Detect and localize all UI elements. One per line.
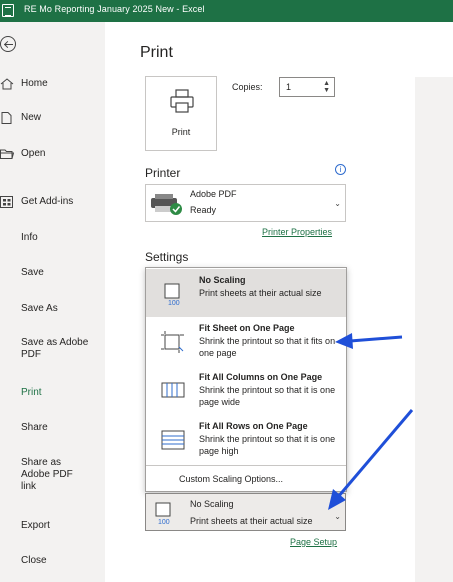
- nav-label: Save: [21, 267, 44, 278]
- page-setup-link[interactable]: Page Setup: [290, 537, 337, 547]
- option-desc: Print sheets at their actual size: [199, 288, 322, 298]
- fit-rows-icon: [161, 430, 185, 450]
- scaling-option-fit-rows[interactable]: Fit All Rows on One Page Shrink the prin…: [146, 415, 346, 463]
- spinner-arrows-icon[interactable]: ▲ ▼: [323, 80, 330, 94]
- option-title: Fit Sheet on One Page: [199, 323, 295, 333]
- printer-name: Adobe PDF: [190, 189, 237, 199]
- page-title: Print: [140, 44, 173, 61]
- copies-stepper[interactable]: 1 ▲ ▼: [279, 77, 335, 97]
- svg-text:100: 100: [158, 519, 170, 526]
- print-pane: Print Print Copies: 1 ▲ ▼ Printer i Adobe…: [105, 22, 453, 582]
- fit-sheet-icon: [161, 331, 184, 353]
- option-title: Fit All Rows on One Page: [199, 421, 308, 431]
- copies-label: Copies:: [232, 82, 263, 92]
- nav-label: New: [21, 112, 42, 123]
- add-ins-icon: [0, 196, 14, 208]
- printer-device-icon: [151, 194, 182, 215]
- excel-app-icon: [2, 4, 14, 17]
- no-scaling-icon: 100: [164, 283, 180, 306]
- scaling-select[interactable]: 100 No Scaling Print sheets at their act…: [145, 493, 346, 531]
- option-desc: Shrink the printout so that it fits on o…: [199, 336, 336, 358]
- window-title: RE Mo Reporting January 2025 New - Excel: [24, 4, 205, 14]
- back-arrow-icon[interactable]: [0, 36, 16, 52]
- nav-label: Share: [21, 422, 48, 433]
- scaling-option-no-scaling[interactable]: 100 No Scaling Print sheets at their act…: [146, 269, 346, 317]
- chevron-down-icon: ⌄: [334, 512, 341, 521]
- svg-text:100: 100: [168, 300, 180, 306]
- chevron-down-icon: ⌄: [334, 199, 341, 208]
- backstage-nav: Home New Open Get Add-ins Info Save Save…: [0, 22, 105, 582]
- printer-icon: [170, 89, 194, 113]
- printer-select[interactable]: Adobe PDF Ready ⌄: [145, 184, 346, 222]
- print-preview-area: [415, 77, 453, 582]
- new-doc-icon: [0, 112, 14, 124]
- print-button-label: Print: [171, 127, 191, 137]
- nav-label: Export: [21, 520, 50, 531]
- nav-label: Share as Adobe PDF link: [21, 457, 73, 492]
- option-desc: Shrink the printout so that it is one pa…: [199, 434, 336, 456]
- nav-label: Info: [21, 232, 38, 243]
- nav-label: Print: [21, 387, 42, 398]
- info-icon[interactable]: i: [335, 164, 346, 175]
- printer-status: Ready: [190, 205, 217, 215]
- settings-heading: Settings: [145, 250, 189, 264]
- nav-label: Save as Adobe PDF: [21, 337, 89, 360]
- scaling-dropdown-menu: 100 No Scaling Print sheets at their act…: [145, 267, 347, 492]
- scaling-current-desc: Print sheets at their actual size: [190, 516, 313, 526]
- custom-scaling-options-item[interactable]: Custom Scaling Options...: [179, 474, 283, 484]
- open-folder-icon: [0, 148, 15, 160]
- printer-properties-link[interactable]: Printer Properties: [262, 227, 332, 237]
- option-desc: Shrink the printout so that it is one pa…: [199, 385, 336, 407]
- title-bar: RE Mo Reporting January 2025 New - Excel: [0, 0, 453, 22]
- menu-divider: [146, 465, 346, 466]
- copies-value: 1: [286, 82, 292, 92]
- no-scaling-icon: 100: [155, 502, 171, 526]
- nav-label: Close: [21, 555, 47, 566]
- nav-label: Get Add-ins: [21, 196, 74, 207]
- nav-label: Home: [21, 78, 48, 89]
- home-icon: [0, 78, 14, 90]
- fit-columns-icon: [161, 382, 185, 398]
- scaling-current-title: No Scaling: [190, 499, 234, 509]
- printer-heading: Printer: [145, 166, 181, 180]
- option-title: No Scaling: [199, 275, 246, 285]
- option-title: Fit All Columns on One Page: [199, 372, 323, 382]
- scaling-option-fit-columns[interactable]: Fit All Columns on One Page Shrink the p…: [146, 366, 346, 414]
- nav-label: Open: [21, 148, 46, 159]
- scaling-option-fit-sheet[interactable]: Fit Sheet on One Page Shrink the printou…: [146, 317, 346, 365]
- nav-label: Save As: [21, 303, 58, 314]
- print-button[interactable]: Print: [145, 76, 217, 151]
